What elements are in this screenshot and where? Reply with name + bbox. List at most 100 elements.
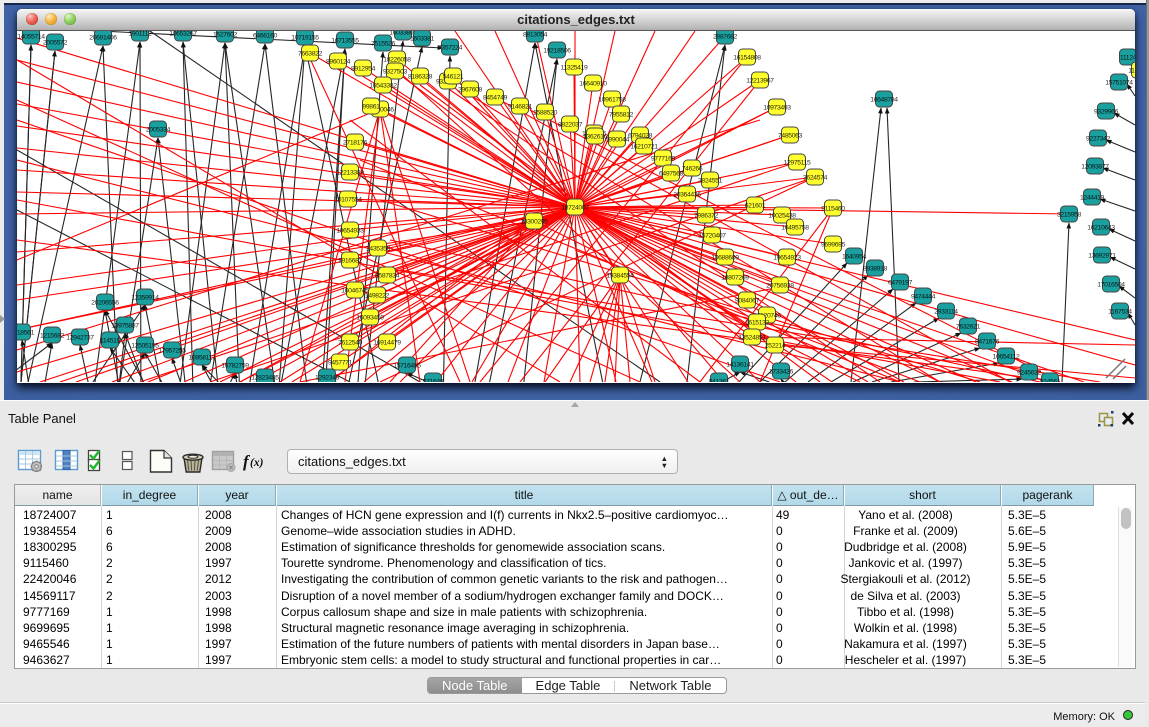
svg-text:10973493: 10973493 bbox=[763, 105, 791, 112]
svg-text:16648784: 16648784 bbox=[870, 97, 898, 104]
svg-text:16093459: 16093459 bbox=[356, 315, 384, 322]
svg-text:16154808: 16154808 bbox=[733, 55, 761, 62]
svg-text:2005334: 2005334 bbox=[146, 127, 171, 134]
svg-text:13692971: 13692971 bbox=[1088, 253, 1116, 260]
svg-text:1916682: 1916682 bbox=[338, 258, 363, 265]
svg-text:8938918: 8938918 bbox=[863, 266, 888, 273]
svg-text:15751074: 15751074 bbox=[1105, 80, 1133, 87]
svg-text:9327503: 9327503 bbox=[383, 69, 408, 76]
svg-text:16210643: 16210643 bbox=[1087, 225, 1115, 232]
svg-text:9474444: 9474444 bbox=[911, 294, 936, 301]
svg-text:14136141: 14136141 bbox=[726, 362, 754, 369]
svg-text:9777169: 9777169 bbox=[651, 156, 676, 163]
svg-text:15716485: 15716485 bbox=[393, 363, 421, 370]
svg-text:7612540: 7612540 bbox=[338, 340, 363, 347]
svg-text:252214: 252214 bbox=[765, 343, 786, 350]
svg-text:6479197: 6479197 bbox=[888, 280, 913, 287]
svg-text:546121: 546121 bbox=[443, 74, 464, 81]
svg-text:2933114: 2933114 bbox=[934, 309, 958, 316]
svg-text:1215682: 1215682 bbox=[40, 333, 65, 340]
svg-text:3624574: 3624574 bbox=[803, 175, 828, 182]
svg-text:7986372: 7986372 bbox=[694, 213, 719, 220]
svg-text:12213389: 12213389 bbox=[336, 170, 364, 177]
svg-text:1435358: 1435358 bbox=[366, 246, 391, 253]
svg-text:1615132: 1615132 bbox=[745, 320, 770, 327]
svg-text:12942737: 12942737 bbox=[66, 335, 94, 342]
svg-text:6466160: 6466160 bbox=[253, 33, 278, 40]
svg-text:2718176: 2718176 bbox=[343, 140, 368, 147]
svg-text:9245632: 9245632 bbox=[1017, 370, 1042, 377]
svg-text:12823485: 12823485 bbox=[251, 375, 279, 382]
svg-text:10958117: 10958117 bbox=[189, 355, 217, 362]
svg-text:17016504: 17016504 bbox=[1097, 282, 1125, 289]
svg-text:746266: 746266 bbox=[682, 166, 703, 173]
svg-text:8822037: 8822037 bbox=[558, 122, 583, 129]
svg-text:19654923: 19654923 bbox=[773, 255, 801, 262]
svg-text:11124: 11124 bbox=[1120, 55, 1135, 62]
svg-text:1640954: 1640954 bbox=[842, 254, 867, 261]
svg-text:1498222: 1498222 bbox=[365, 293, 390, 300]
svg-text:1527602: 1527602 bbox=[213, 32, 238, 39]
svg-text:12213967: 12213967 bbox=[746, 78, 774, 85]
svg-text:7485063: 7485063 bbox=[778, 133, 803, 140]
svg-text:13524851: 13524851 bbox=[738, 335, 766, 342]
svg-text:10025438: 10025438 bbox=[768, 213, 796, 220]
svg-text:16782759: 16782759 bbox=[221, 363, 249, 370]
svg-text:16914479: 16914479 bbox=[373, 340, 401, 347]
svg-text:621601: 621601 bbox=[745, 203, 766, 210]
svg-text:3918561: 3918561 bbox=[17, 330, 35, 337]
svg-text:2887682: 2887682 bbox=[713, 34, 738, 41]
svg-text:10654112: 10654112 bbox=[993, 354, 1021, 361]
svg-text:8587834: 8587834 bbox=[375, 273, 400, 280]
svg-text:571648: 571648 bbox=[423, 379, 444, 383]
svg-text:8912954: 8912954 bbox=[351, 66, 376, 73]
svg-text:1244419: 1244419 bbox=[1080, 195, 1105, 202]
svg-text:1362616: 1362616 bbox=[583, 134, 608, 141]
svg-text:8186328: 8186328 bbox=[408, 74, 433, 81]
svg-text:18724007: 18724007 bbox=[561, 205, 589, 212]
svg-text:6990044: 6990044 bbox=[605, 137, 630, 144]
svg-text:9115460: 9115460 bbox=[821, 206, 845, 213]
svg-text:3215958: 3215958 bbox=[1057, 212, 1082, 219]
svg-text:1901112: 1901112 bbox=[128, 31, 152, 38]
svg-text:1292348: 1292348 bbox=[315, 375, 340, 382]
svg-text:17957255: 17957255 bbox=[158, 348, 186, 355]
svg-text:20206556: 20206556 bbox=[91, 300, 119, 307]
svg-text:16713555: 16713555 bbox=[331, 38, 359, 45]
svg-text:7663822: 7663822 bbox=[298, 51, 323, 58]
svg-text:1588520: 1588520 bbox=[533, 110, 558, 117]
svg-text:9699695: 9699695 bbox=[821, 242, 846, 249]
svg-text:16640910: 16640910 bbox=[579, 81, 607, 88]
svg-text:941361: 941361 bbox=[709, 379, 730, 383]
svg-text:13975887: 13975887 bbox=[111, 323, 139, 330]
svg-text:114519: 114519 bbox=[100, 338, 121, 345]
svg-text:9084067: 9084067 bbox=[735, 298, 760, 305]
svg-text:1132548: 1132548 bbox=[1128, 68, 1135, 75]
svg-text:2005572: 2005572 bbox=[43, 40, 68, 47]
svg-text:12359914: 12359914 bbox=[131, 295, 159, 302]
svg-text:11325419: 11325419 bbox=[561, 65, 589, 72]
svg-text:16210721: 16210721 bbox=[630, 144, 658, 151]
svg-text:10688609: 10688609 bbox=[711, 255, 739, 262]
svg-text:10719155: 10719155 bbox=[291, 35, 319, 42]
svg-text:12975115: 12975115 bbox=[784, 160, 812, 167]
svg-text:1733426: 1733426 bbox=[769, 369, 794, 376]
svg-text:20691406: 20691406 bbox=[89, 35, 117, 42]
svg-text:2967608: 2967608 bbox=[458, 87, 483, 94]
svg-text:9227342: 9227342 bbox=[1086, 136, 1111, 143]
svg-text:10107554: 10107554 bbox=[334, 197, 362, 204]
svg-text:19654933: 19654933 bbox=[336, 228, 364, 235]
svg-text:12505195: 12505195 bbox=[131, 343, 159, 350]
svg-text:(x): (x) bbox=[250, 457, 264, 469]
svg-text:16495758: 16495758 bbox=[781, 225, 809, 232]
svg-text:8471676: 8471676 bbox=[975, 339, 1000, 346]
svg-text:7515526: 7515526 bbox=[371, 41, 396, 48]
svg-text:16543382: 16543382 bbox=[369, 83, 397, 90]
svg-text:1603381: 1603381 bbox=[410, 36, 435, 43]
svg-text:8454749: 8454749 bbox=[483, 95, 508, 102]
svg-text:19218506: 19218506 bbox=[543, 48, 571, 55]
svg-text:18226058: 18226058 bbox=[383, 57, 411, 64]
svg-text:12093877: 12093877 bbox=[1081, 164, 1109, 171]
svg-text:15720407: 15720407 bbox=[698, 233, 726, 240]
svg-text:7357224: 7357224 bbox=[438, 45, 463, 52]
